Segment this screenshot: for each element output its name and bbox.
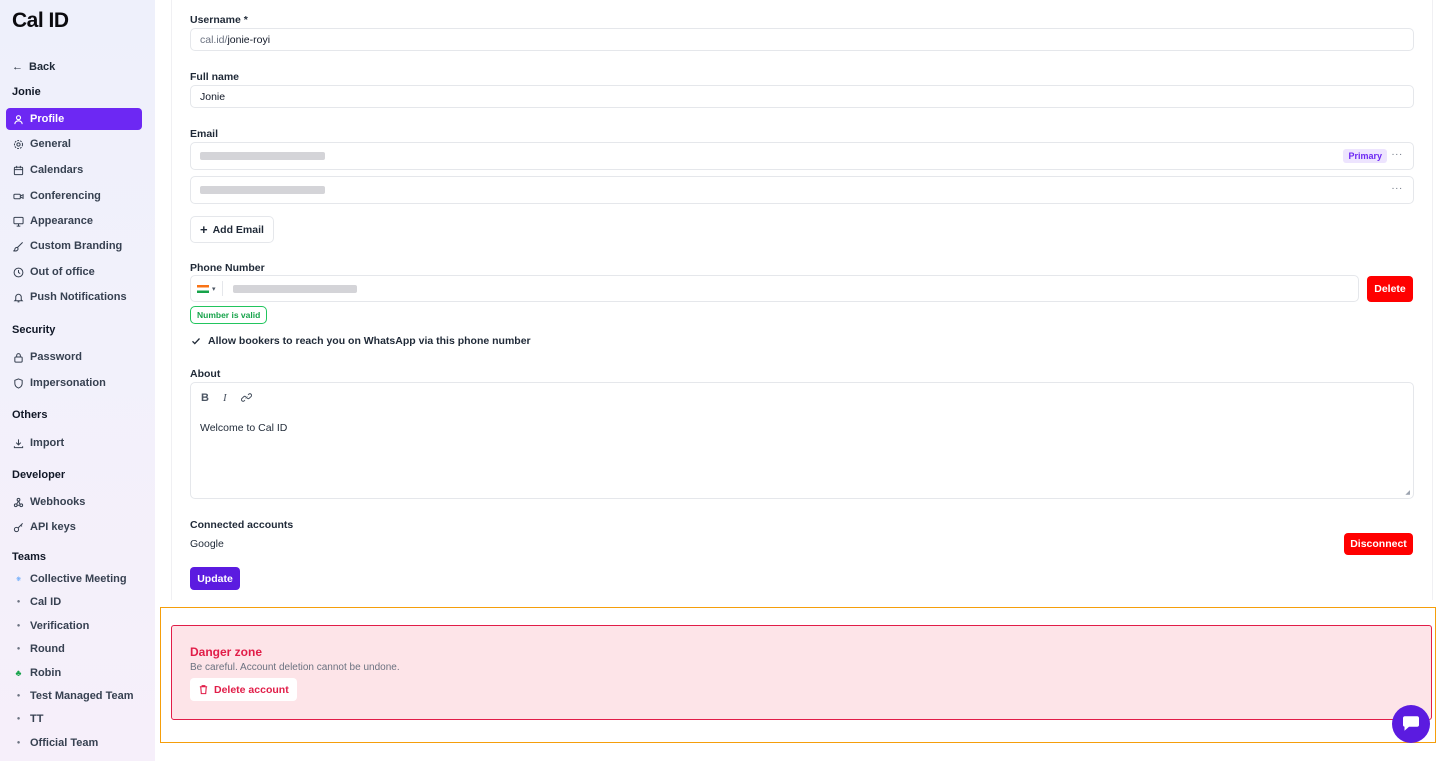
delete-account-button[interactable]: Delete account [190,678,297,701]
sidebar-item-calendars[interactable]: Calendars [6,159,142,181]
resize-handle-icon[interactable]: ◢ [1405,489,1410,496]
team-avatar: ● [16,716,21,722]
sidebar-team-verification[interactable]: ● Verification [6,615,142,637]
phone-redacted [232,284,357,293]
danger-zone-description: Be careful. Account deletion cannot be u… [190,662,400,673]
phone-input[interactable]: ▾ [190,275,1359,302]
sidebar-team-test-managed-team[interactable]: ● Test Managed Team [6,685,142,707]
sidebar-item-profile[interactable]: Profile [6,108,142,130]
bell-icon [13,293,24,302]
sidebar-item-import[interactable]: Import [6,432,142,454]
fullname-value: Jonie [200,90,226,103]
email-row-secondary[interactable]: ... [190,176,1414,204]
monitor-icon [13,216,24,227]
sidebar-heading-security: Security [12,324,56,336]
sidebar-heading-developer: Developer [12,469,66,481]
arrow-left-icon: ← [12,61,23,73]
sidebar-item-push-notifications[interactable]: Push Notifications [6,286,142,308]
sidebar-item-password[interactable]: Password [6,346,142,368]
profile-form: Username * cal.id/ jonie-royi Full name … [171,0,1433,600]
bold-icon[interactable]: B [201,392,209,404]
italic-icon[interactable]: I [223,392,227,404]
about-label: About [190,368,221,380]
app-logo: Cal ID [12,9,69,32]
sidebar-heading-teams: Teams [12,551,47,563]
key-icon [13,522,23,532]
editor-toolbar: B I [201,392,252,404]
email-redacted [200,152,325,160]
sidebar-user-name: Jonie [12,86,41,98]
sidebar-team-collective-meeting[interactable]: ❋ Collective Meeting [6,568,142,590]
fullname-input[interactable]: Jonie [190,85,1414,108]
danger-zone-card: Danger zone Be careful. Account deletion… [171,625,1432,720]
disconnect-button[interactable]: Disconnect [1344,533,1413,555]
calendar-icon [13,165,24,175]
about-text[interactable]: Welcome to Cal ID [200,422,287,434]
sidebar-team-cal-id[interactable]: ● Cal ID [6,591,142,613]
email-redacted [200,186,325,194]
danger-zone-section: Danger zone Be careful. Account deletion… [160,607,1436,743]
fullname-label: Full name [190,71,240,83]
more-options-icon[interactable]: ... [1392,181,1403,192]
sidebar-item-custom-branding[interactable]: Custom Branding [6,235,142,257]
video-icon [13,193,24,199]
brush-icon [13,241,23,252]
clock-icon [13,267,24,277]
back-label: Back [29,61,56,73]
about-editor[interactable]: B I Welcome to Cal ID ◢ [190,382,1414,499]
update-button[interactable]: Update [190,567,240,590]
link-icon[interactable] [240,392,252,403]
email-row-primary[interactable]: Primary ... [190,142,1414,170]
sidebar: Cal ID ← Back Jonie Profile General Cale… [0,0,155,761]
sidebar-item-out-of-office[interactable]: Out of office [6,261,142,283]
username-value: jonie-royi [227,33,271,46]
team-avatar: ❋ [15,576,22,583]
trash-icon [199,685,208,695]
country-flag-icon[interactable]: ▾ [197,284,216,293]
sidebar-item-conferencing[interactable]: Conferencing [6,185,142,207]
phone-label: Phone Number [190,262,265,274]
sidebar-team-tt[interactable]: ● TT [6,708,142,730]
whatsapp-option[interactable]: Allow bookers to reach you on WhatsApp v… [191,335,531,347]
danger-zone-title: Danger zone [190,645,263,659]
primary-badge: Primary [1343,149,1387,163]
sidebar-team-robin[interactable]: ♣ Robin [6,662,142,684]
sidebar-item-impersonation[interactable]: Impersonation [6,372,142,394]
team-avatar: ♣ [15,668,22,678]
sidebar-item-webhooks[interactable]: Webhooks [6,491,142,513]
username-label: Username * [190,14,248,26]
username-prefix: cal.id/ [200,33,228,46]
sidebar-heading-others: Others [12,409,48,421]
sidebar-item-appearance[interactable]: Appearance [6,210,142,232]
back-link[interactable]: ← Back [12,61,55,73]
team-avatar: ● [16,740,21,746]
team-avatar: ● [16,646,21,652]
username-input[interactable]: cal.id/ jonie-royi [190,28,1414,51]
team-avatar: ● [16,623,21,629]
team-avatar: ● [16,693,21,699]
team-avatar: ● [16,599,21,605]
webhook-icon [13,497,24,507]
chat-icon [1403,716,1419,731]
checkmark-icon [192,338,200,345]
chat-support-button[interactable] [1392,705,1430,743]
sidebar-item-api-keys[interactable]: API keys [6,516,142,538]
phone-valid-badge: Number is valid [190,306,268,324]
sidebar-team-official-team[interactable]: ● Official Team [6,732,142,754]
shield-icon [14,377,23,389]
add-email-button[interactable]: + Add Email [190,216,274,243]
lock-icon [14,352,23,363]
connected-provider: Google [190,538,224,550]
user-icon [14,114,23,124]
sidebar-item-general[interactable]: General [6,133,142,155]
more-options-icon[interactable]: ... [1392,147,1403,158]
import-icon [13,438,24,448]
email-label: Email [190,128,219,140]
sidebar-team-round[interactable]: ● Round [6,638,142,660]
delete-phone-button[interactable]: Delete [1367,276,1413,302]
connected-accounts-label: Connected accounts [190,519,294,531]
gear-icon [13,139,24,149]
plus-icon: + [200,222,208,237]
